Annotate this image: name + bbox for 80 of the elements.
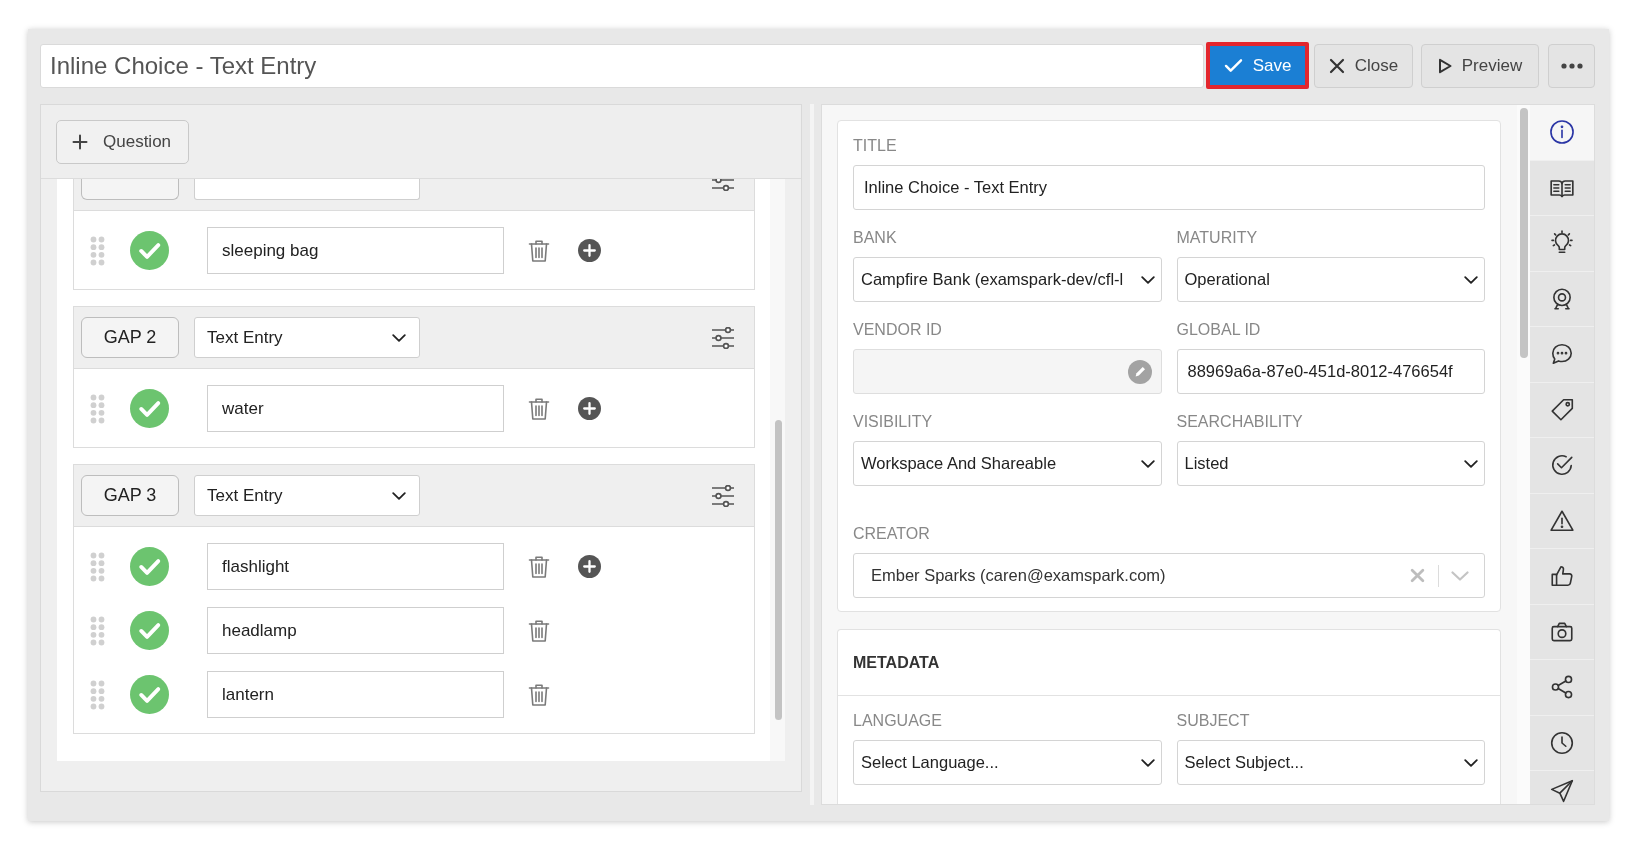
text-field[interactable] [853, 349, 1162, 394]
answer-field[interactable]: flashlight [207, 543, 504, 590]
chevron-down-icon [1451, 570, 1469, 581]
dropdown[interactable]: Campfire Bank (examspark-dev/cfl-l [853, 257, 1162, 302]
dropdown[interactable]: Select Language... [853, 740, 1162, 785]
gap-button[interactable]: GAP 3 [81, 475, 179, 516]
more-icon [1560, 62, 1583, 69]
dropdown[interactable]: Listed [1176, 441, 1485, 486]
save-button[interactable]: Save [1206, 42, 1309, 89]
field-label: GLOBAL ID [1176, 321, 1261, 339]
field-label: VISIBILITY [853, 413, 933, 431]
preview-button[interactable]: Preview [1421, 43, 1539, 88]
text-field[interactable]: 88969a6a-87e0-451d-8012-476654f [1176, 349, 1485, 394]
section-title: METADATA [853, 653, 940, 672]
settings-icon[interactable] [711, 484, 735, 507]
sidebar-tab[interactable] [1530, 105, 1594, 161]
plus-circle-icon[interactable] [578, 555, 601, 578]
answer-field[interactable]: water [207, 385, 504, 432]
chevron-down-icon [1464, 758, 1478, 767]
chevron-down-icon [1140, 275, 1155, 284]
chevron-down-icon [392, 491, 406, 500]
play-icon [1437, 57, 1452, 74]
dropdown[interactable]: Select Subject... [1176, 740, 1485, 785]
drag-handle-icon[interactable] [90, 615, 105, 646]
drag-handle-icon[interactable] [90, 393, 105, 424]
trash-icon[interactable] [528, 682, 550, 707]
scrollbar-thumb[interactable] [775, 420, 782, 720]
share-icon [1549, 674, 1575, 701]
check-icon [1223, 58, 1243, 73]
add-question-button[interactable]: Question [56, 120, 189, 164]
field-label: MATURITY [1176, 229, 1258, 247]
field-label: LANGUAGE [853, 712, 942, 730]
text-field[interactable]: Inline Choice - Text Entry [853, 165, 1485, 210]
check-circle-icon[interactable] [130, 547, 169, 586]
check-circle-icon[interactable] [130, 389, 169, 428]
plus-circle-icon[interactable] [578, 397, 601, 420]
info-icon [1549, 119, 1575, 146]
plus-circle-icon[interactable] [578, 239, 601, 262]
gap-button[interactable]: GAP 2 [81, 317, 179, 358]
field-label: BANK [853, 229, 897, 247]
drag-handle-icon[interactable] [90, 679, 105, 710]
scrollbar-thumb[interactable] [1520, 108, 1528, 358]
clock-icon [1549, 729, 1575, 756]
field-label: SUBJECT [1176, 712, 1250, 730]
answer-field[interactable]: sleeping bag [207, 227, 504, 274]
chevron-down-icon [1464, 459, 1478, 468]
check-circle-icon[interactable] [130, 675, 169, 714]
settings-icon[interactable] [711, 179, 735, 191]
answer-field[interactable]: lantern [207, 671, 504, 718]
combobox[interactable]: Ember Sparks (caren@examspark.com) [853, 553, 1485, 598]
pencil-icon[interactable] [1127, 359, 1152, 384]
field-label: SEARCHABILITY [1176, 413, 1303, 431]
tag-icon [1549, 396, 1575, 423]
title-field[interactable]: Inline Choice - Text Entry [40, 43, 1204, 88]
chevron-down-icon [1464, 275, 1478, 284]
check-circle-icon[interactable] [130, 611, 169, 650]
trash-icon[interactable] [528, 396, 550, 421]
field-label: TITLE [853, 137, 897, 155]
settings-icon[interactable] [711, 326, 735, 349]
trash-icon[interactable] [528, 618, 550, 643]
dropdown[interactable]: Operational [1176, 257, 1485, 302]
answer-field[interactable]: headlamp [207, 607, 504, 654]
chevron-down-icon [1140, 459, 1155, 468]
close-icon [1328, 57, 1345, 74]
close-button[interactable]: Close [1314, 43, 1413, 88]
trash-icon[interactable] [528, 554, 550, 579]
type-dropdown[interactable]: Text Entry [194, 317, 420, 358]
plus-icon [72, 134, 88, 150]
check-circle-icon[interactable] [130, 231, 169, 270]
field-label: VENDOR ID [853, 321, 942, 339]
drag-handle-icon[interactable] [90, 235, 105, 266]
chevron-down-icon [392, 333, 406, 342]
paper-plane-icon [1549, 778, 1575, 804]
dropdown[interactable]: Workspace And Shareable [853, 441, 1162, 486]
type-dropdown[interactable]: Text Entry [194, 475, 420, 516]
field-label: CREATOR [853, 525, 930, 543]
drag-handle-icon[interactable] [90, 551, 105, 582]
trash-icon[interactable] [528, 238, 550, 263]
chevron-down-icon [1140, 758, 1155, 767]
more-button[interactable] [1548, 43, 1595, 88]
